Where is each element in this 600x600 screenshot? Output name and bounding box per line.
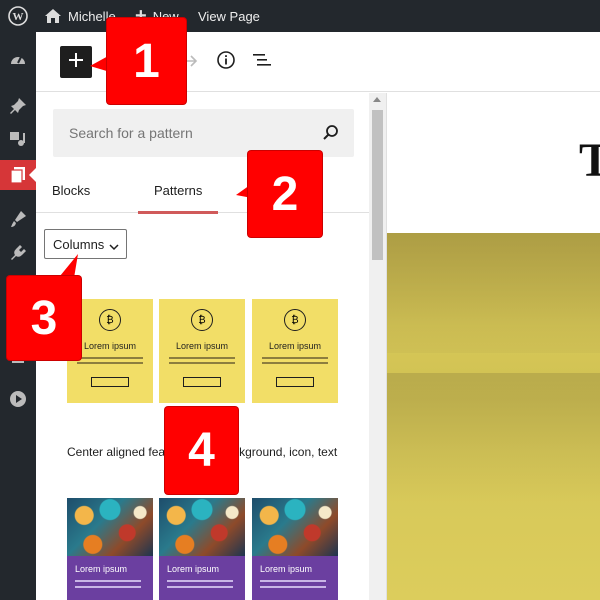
pattern-search — [53, 109, 354, 157]
pattern-category-value: Columns — [53, 236, 105, 252]
card-button — [91, 377, 129, 387]
card-image — [252, 498, 338, 556]
tab-blocks[interactable]: Blocks — [52, 168, 90, 213]
pattern-card: ₿ Lorem ipsum — [252, 299, 338, 403]
callout-1: 1 — [107, 18, 186, 104]
card-text-line — [169, 362, 235, 364]
plugins-icon[interactable] — [0, 238, 36, 268]
card-image — [67, 498, 153, 556]
pattern-card: ₿ Lorem ipsum — [159, 299, 245, 403]
add-block-icon — [68, 52, 84, 73]
card-heading: Lorem ipsum — [260, 564, 313, 574]
media-icon[interactable] — [0, 124, 36, 154]
admin-bar: W Michelle + New View Page — [0, 0, 600, 32]
cover-image-water — [387, 373, 600, 503]
list-view-icon — [252, 52, 272, 73]
card-text-line — [260, 580, 326, 582]
view-page-link[interactable]: View Page — [198, 0, 260, 32]
card-button — [183, 377, 221, 387]
pattern-card: Lorem ipsum — [67, 498, 153, 600]
cover-image-rocks — [387, 233, 600, 353]
callout-3: 3 — [7, 276, 81, 360]
feature-icon: ₿ — [99, 309, 121, 331]
pattern-search-input[interactable] — [53, 109, 313, 157]
info-icon — [216, 50, 236, 75]
pattern-card: Lorem ipsum — [159, 498, 245, 600]
scrollbar-thumb[interactable] — [372, 110, 383, 260]
card-heading: Lorem ipsum — [175, 341, 229, 351]
wordpress-logo-icon[interactable]: W — [8, 0, 28, 32]
card-heading: Lorem ipsum — [268, 341, 322, 351]
pattern-category-select[interactable]: Columns — [44, 229, 127, 259]
card-image — [159, 498, 245, 556]
search-icon[interactable] — [322, 124, 340, 147]
play-icon[interactable] — [0, 384, 36, 414]
callout-4: 4 — [165, 407, 238, 494]
card-text-line — [167, 580, 233, 582]
card-text-line — [169, 357, 235, 359]
card-text-line — [260, 586, 326, 588]
card-text-line — [262, 357, 328, 359]
scroll-up-arrow-icon[interactable] — [373, 97, 381, 102]
tab-patterns[interactable]: Patterns — [138, 168, 219, 214]
card-text-line — [75, 580, 141, 582]
card-text-line — [75, 586, 141, 588]
pages-icon[interactable] — [0, 160, 36, 190]
card-text-line — [77, 357, 143, 359]
page-title[interactable]: T — [579, 133, 600, 188]
inserter-scrollbar[interactable] — [369, 93, 386, 600]
feature-icon: ₿ — [284, 309, 306, 331]
chevron-down-icon — [109, 239, 119, 254]
pin-icon[interactable] — [0, 91, 36, 121]
card-heading: Lorem ipsum — [167, 564, 220, 574]
card-heading: Lorem ipsum — [75, 564, 128, 574]
card-text-line — [262, 362, 328, 364]
appearance-icon[interactable] — [0, 204, 36, 234]
card-button — [276, 377, 314, 387]
feature-icon: ₿ — [191, 309, 213, 331]
card-text-line — [167, 586, 233, 588]
list-view-button[interactable] — [248, 48, 276, 76]
card-text-line — [77, 362, 143, 364]
details-button[interactable] — [212, 48, 240, 76]
pattern-card: Lorem ipsum — [252, 498, 338, 600]
dashboard-icon[interactable] — [0, 45, 36, 75]
cover-block[interactable] — [387, 233, 600, 600]
wordpress-block-editor: W Michelle + New View Page Search for a … — [0, 0, 600, 600]
svg-text:W: W — [13, 11, 24, 23]
add-block-button[interactable] — [60, 46, 92, 78]
home-icon — [44, 8, 62, 24]
site-link[interactable]: Michelle — [44, 0, 116, 32]
callout-2: 2 — [248, 151, 322, 237]
editor-canvas[interactable]: T — [386, 93, 600, 600]
tab-patterns-label: Patterns — [154, 183, 203, 198]
